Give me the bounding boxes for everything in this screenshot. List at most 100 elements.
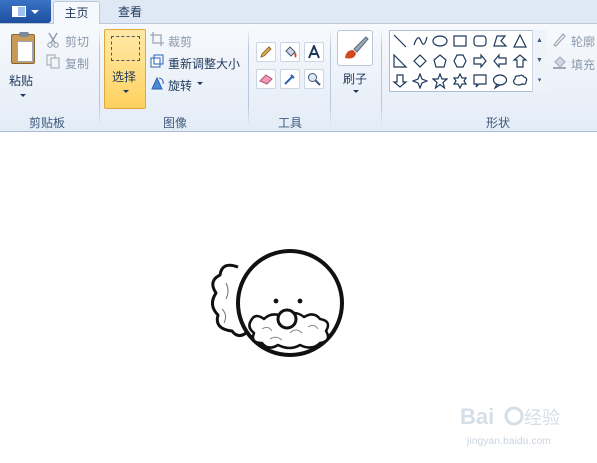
app-menu-button[interactable] [0, 0, 51, 23]
shape-diamond[interactable] [410, 51, 430, 71]
clipboard-group-label: 剪贴板 [28, 116, 65, 130]
shape-rect-callout[interactable] [470, 71, 490, 91]
pencil-icon [260, 46, 272, 58]
right-arrow-shape-icon [473, 53, 487, 69]
ribbon-tab-strip: 主页 查看 [0, 0, 597, 25]
paste-label: 粘贴 [9, 74, 34, 88]
paste-button[interactable]: 粘贴 [3, 28, 41, 106]
cut-button[interactable]: 剪切 [46, 31, 94, 49]
pencil-tool[interactable] [256, 42, 276, 62]
selection-rect-icon [111, 36, 140, 61]
tools-group-label: 工具 [277, 116, 302, 130]
shape-five-point-star[interactable] [430, 71, 450, 91]
shapes-gallery-scrollbar[interactable]: ▲ ▼ ▾ [532, 30, 546, 92]
group-divider [99, 28, 100, 126]
crop-icon [150, 32, 164, 46]
fill-tool[interactable] [280, 42, 300, 62]
group-divider [381, 28, 382, 126]
drawing-canvas[interactable]: Bai 经验 jingyan.baidu.com [0, 133, 597, 463]
triangle-shape-icon [513, 33, 527, 48]
chevron-down-icon [31, 9, 39, 14]
text-icon [308, 45, 320, 59]
line-shape-icon [393, 34, 407, 48]
color-picker-icon [284, 74, 295, 85]
ribbon: 粘贴 剪切 复制 剪贴板 选择 裁剪 重新调整大小 旋转 图像 工具 刷子 ▲ … [0, 24, 597, 132]
shape-line[interactable] [390, 31, 410, 51]
fill-icon [553, 56, 566, 69]
resize-button[interactable]: 重新调整大小 [150, 53, 244, 71]
shape-right-triangle[interactable] [390, 51, 410, 71]
shapes-gallery [389, 30, 546, 92]
shape-triangle[interactable] [510, 31, 530, 51]
svg-text:经验: 经验 [524, 408, 560, 428]
shape-left-arrow[interactable] [490, 51, 510, 71]
magnifier-icon [308, 73, 321, 86]
left-arrow-shape-icon [493, 53, 507, 69]
tab-view[interactable]: 查看 [106, 1, 154, 24]
oval-shape-icon [432, 35, 448, 47]
app-menu-icon [12, 6, 26, 17]
resize-label: 重新调整大小 [168, 57, 241, 71]
right-triangle-shape-icon [393, 53, 408, 68]
chevron-down-icon [197, 82, 203, 85]
hexagon-shape-icon [453, 54, 467, 68]
rectangle-shape-icon [453, 35, 467, 47]
fill-button[interactable]: 填充 [552, 54, 597, 72]
shape-down-arrow[interactable] [390, 71, 410, 91]
scroll-up-icon[interactable]: ▲ [533, 30, 546, 50]
curve-shape-icon [413, 36, 428, 46]
rotate-icon [151, 76, 164, 90]
brushes-button[interactable] [337, 30, 373, 66]
color-picker-tool[interactable] [280, 69, 300, 89]
diamond-shape-icon [413, 54, 427, 68]
oval-callout-shape-icon [492, 74, 508, 89]
fill-label: 填充 [571, 58, 596, 72]
copy-button[interactable]: 复制 [46, 53, 94, 71]
shape-curve[interactable] [410, 31, 430, 51]
eraser-tool[interactable] [256, 69, 276, 89]
rect-callout-shape-icon [473, 74, 487, 88]
copy-icon [46, 54, 60, 69]
shape-polygon[interactable] [490, 31, 510, 51]
chevron-down-icon [123, 90, 129, 93]
clipboard-icon [11, 32, 35, 64]
magnifier-tool[interactable] [304, 69, 324, 89]
shape-rectangle[interactable] [450, 31, 470, 51]
chevron-down-icon [353, 90, 359, 93]
crop-label: 裁剪 [168, 35, 193, 49]
scissors-icon [47, 32, 59, 48]
rotate-label: 旋转 [168, 79, 193, 93]
select-button[interactable]: 选择 [104, 29, 146, 109]
shape-hexagon[interactable] [450, 51, 470, 71]
brushes-label: 刷子 [343, 72, 368, 86]
text-tool[interactable] [304, 42, 324, 62]
shape-up-arrow[interactable] [510, 51, 530, 71]
outline-button[interactable]: 轮廓 [552, 31, 597, 49]
scroll-down-icon[interactable]: ▼ [533, 50, 546, 70]
group-divider [248, 28, 249, 126]
watermark-text: jingyan.baidu.com [467, 436, 552, 447]
pentagon-shape-icon [433, 54, 447, 68]
shape-four-point-star[interactable] [410, 71, 430, 91]
tab-home[interactable]: 主页 [53, 1, 100, 25]
shape-six-point-star[interactable] [450, 71, 470, 91]
brush-icon [345, 36, 369, 59]
down-arrow-shape-icon [392, 74, 408, 88]
eraser-icon [259, 74, 273, 85]
gallery-expand-icon[interactable]: ▾ [533, 70, 546, 90]
rotate-button[interactable]: 旋转 [150, 75, 210, 93]
image-group-label: 图像 [162, 116, 187, 130]
crop-button[interactable]: 裁剪 [150, 31, 210, 49]
resize-icon [150, 54, 164, 68]
shape-cloud-callout[interactable] [510, 71, 530, 91]
outline-icon [553, 33, 566, 47]
polygon-shape-icon [493, 35, 508, 47]
shape-oval[interactable] [430, 31, 450, 51]
cut-label: 剪切 [65, 35, 90, 49]
shape-oval-callout[interactable] [490, 71, 510, 91]
shape-pentagon[interactable] [430, 51, 450, 71]
shape-rounded-rectangle[interactable] [470, 31, 490, 51]
chevron-down-icon [20, 94, 26, 97]
shape-right-arrow[interactable] [470, 51, 490, 71]
outline-label: 轮廓 [571, 35, 596, 49]
